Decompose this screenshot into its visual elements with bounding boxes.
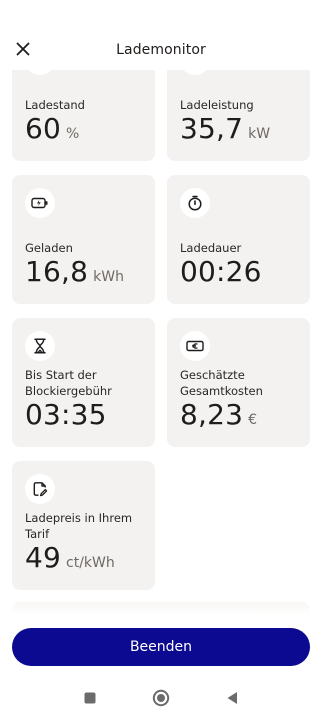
home-icon[interactable]: [152, 689, 170, 707]
card-label: Ladedauer: [180, 241, 242, 255]
card-ladestand: Ladestand 60 %: [12, 70, 155, 161]
card-label: Bis Start der Blockiergebühr: [25, 368, 112, 398]
value-number: 8,23: [180, 398, 244, 431]
card-value: 35,7 kW: [180, 112, 270, 145]
value-unit: €: [248, 412, 258, 428]
value-unit: %: [66, 126, 80, 142]
lademonitor-screen: Lademonitor Ladestand 60 % Ladeleistung …: [0, 0, 322, 716]
tariff-edit-icon: [25, 474, 55, 504]
card-label: Ladeleistung: [180, 98, 254, 112]
battery-charging-icon: [25, 188, 55, 218]
value-unit: ct/kWh: [66, 555, 115, 571]
card-label: Ladepreis in Ihrem Tarif: [25, 511, 133, 541]
metrics-scroll-area[interactable]: Ladestand 60 % Ladeleistung 35,7 kW Gela: [0, 70, 322, 615]
end-charging-button[interactable]: Beenden: [12, 628, 310, 666]
value-number: 00:26: [180, 255, 262, 288]
value-number: 16,8: [25, 255, 89, 288]
card-ladeleistung: Ladeleistung 35,7 kW: [167, 70, 310, 161]
value-unit: kW: [248, 126, 271, 142]
card-geladen: Geladen 16,8 kWh: [12, 175, 155, 304]
app-header: Lademonitor: [0, 30, 322, 70]
card-value: 8,23 €: [180, 398, 257, 431]
card-ladedauer: Ladedauer 00:26: [167, 175, 310, 304]
card-blockiergebuehr: Bis Start der Blockiergebühr 03:35: [12, 318, 155, 447]
banknote-icon: [180, 331, 210, 361]
page-title: Lademonitor: [116, 42, 206, 58]
card-value: 16,8 kWh: [25, 255, 124, 288]
card-label: Ladestand: [25, 98, 85, 112]
power-icon: [180, 70, 210, 75]
card-ladepreis: Ladepreis in Ihrem Tarif 49 ct/kWh: [12, 461, 155, 590]
close-icon[interactable]: [12, 38, 34, 60]
value-number: 60: [25, 112, 62, 145]
value-number: 03:35: [25, 398, 107, 431]
battery-level-icon: [25, 70, 55, 75]
hourglass-icon: [25, 331, 55, 361]
stopwatch-icon: [180, 188, 210, 218]
card-value: 60 %: [25, 112, 79, 145]
card-value: 00:26: [180, 255, 267, 288]
card-value: 49 ct/kWh: [25, 541, 115, 574]
card-gesamtkosten: Geschätzte Gesamtkosten 8,23 €: [167, 318, 310, 447]
card-value: 03:35: [25, 398, 112, 431]
value-unit: kWh: [93, 269, 124, 285]
back-icon[interactable]: [226, 691, 238, 705]
metrics-grid: Ladestand 60 % Ladeleistung 35,7 kW Gela: [12, 70, 310, 590]
scroll-fade: [0, 595, 322, 615]
recent-apps-icon[interactable]: [84, 692, 96, 704]
system-nav-bar: [0, 680, 322, 716]
value-number: 35,7: [180, 112, 244, 145]
card-label: Geschätzte Gesamtkosten: [180, 368, 263, 398]
value-number: 49: [25, 541, 62, 574]
card-label: Geladen: [25, 241, 73, 255]
